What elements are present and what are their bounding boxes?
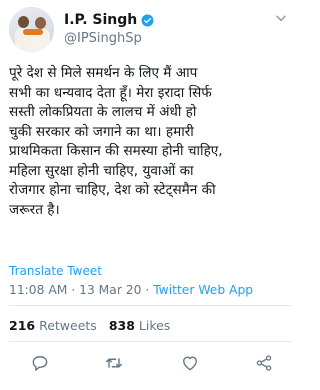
heart-icon — [183, 356, 197, 371]
retweets-count: 216 — [9, 318, 36, 333]
retweets-stat[interactable]: 216 Retweets — [9, 318, 97, 333]
likes-label: Likes — [138, 318, 171, 333]
share-icon — [256, 355, 272, 371]
display-name[interactable]: I.P. Singh — [64, 12, 137, 28]
tweet-time: 11:08 AM — [9, 283, 68, 297]
retweets-label: Retweets — [39, 318, 97, 333]
retweet-icon — [105, 358, 123, 368]
avatar[interactable] — [9, 7, 54, 52]
retweet-button[interactable] — [104, 353, 124, 373]
tweet-date: 13 Mar 20 — [79, 283, 142, 297]
tweet-meta: 11:08 AM · 13 Mar 20 · Twitter Web App — [9, 283, 253, 297]
likes-count: 838 — [108, 318, 135, 333]
meta-separator: · — [71, 283, 80, 297]
divider — [9, 341, 291, 342]
translate-tweet-link[interactable]: Translate Tweet — [9, 264, 102, 278]
chevron-down-icon[interactable] — [274, 11, 288, 25]
tweet-stats: 216 Retweets 838 Likes — [9, 318, 170, 333]
tweet-source-link[interactable]: Twitter Web App — [153, 283, 253, 297]
tweet-text: पूरे देश से मिले समर्थन के लिए मैं आप सभ… — [9, 65, 223, 218]
likes-stat[interactable]: 838 Likes — [109, 318, 171, 333]
tweet-header: I.P. Singh @IPSinghSp — [0, 0, 300, 58]
name-row[interactable]: I.P. Singh — [64, 11, 154, 29]
user-handle[interactable]: @IPSinghSp — [64, 31, 142, 46]
action-bar — [0, 348, 300, 378]
reply-icon — [32, 356, 48, 371]
verified-badge-icon — [141, 14, 154, 26]
share-button[interactable] — [254, 353, 274, 373]
divider — [9, 305, 291, 306]
reply-button[interactable] — [30, 353, 50, 373]
like-button[interactable] — [180, 353, 200, 373]
